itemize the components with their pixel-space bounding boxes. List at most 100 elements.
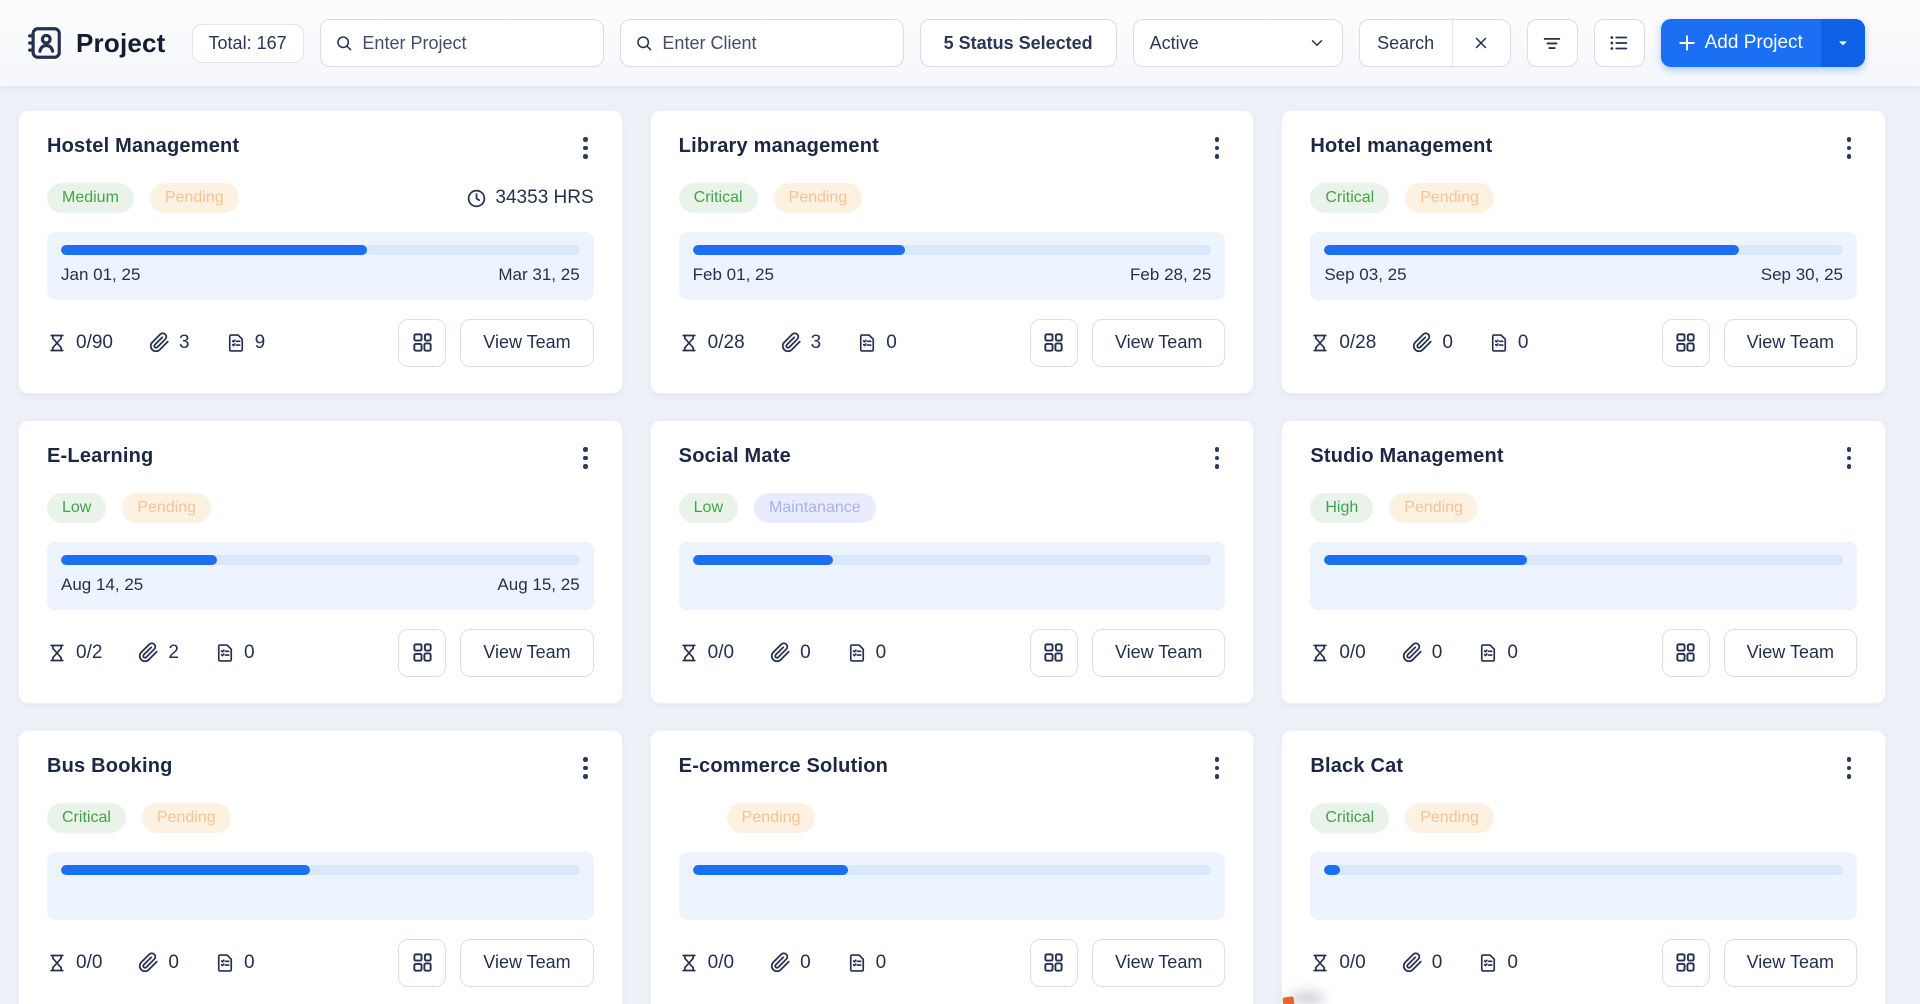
grid-icon (1044, 643, 1064, 663)
grid-view-button[interactable] (1029, 938, 1078, 987)
grid-view-button[interactable] (398, 938, 447, 987)
plus-icon (1678, 35, 1695, 51)
time-stat-value: 0/0 (707, 951, 735, 973)
priority-badge: Critical (678, 183, 758, 214)
attachments-value: 0 (1431, 641, 1443, 663)
hourglass-icon (681, 954, 696, 972)
view-team-button[interactable]: View Team (1723, 318, 1857, 367)
client-search-input[interactable] (662, 32, 889, 54)
date-row: Jan 01, 25 Mar 31, 25 (61, 265, 580, 285)
grid-view-button[interactable] (398, 318, 447, 367)
status-badge: Pending (773, 183, 863, 214)
project-title: Studio Management (1310, 445, 1504, 467)
status-badge: Pending (149, 183, 239, 214)
end-date: Mar 31, 25 (498, 265, 580, 285)
grid-view-button[interactable] (1661, 318, 1710, 367)
view-team-button[interactable]: View Team (460, 938, 594, 987)
filter-button[interactable] (1526, 19, 1578, 67)
start-date: Aug 14, 25 (61, 575, 144, 595)
add-project-label: Add Project (1704, 32, 1803, 53)
project-card: Hotel management Critical Pending Sep 03… (1281, 110, 1886, 394)
grid-view-button[interactable] (1029, 318, 1078, 367)
search-icon (336, 36, 351, 51)
progress-section (47, 852, 594, 921)
project-title: E-commerce Solution (678, 755, 889, 777)
view-team-button[interactable]: View Team (460, 628, 594, 677)
progress-fill (1324, 865, 1340, 876)
active-filter-select[interactable]: Active (1132, 19, 1343, 67)
attachments-stat: 0 (1412, 332, 1453, 354)
project-search-input[interactable] (362, 32, 589, 54)
notes-icon (1491, 334, 1506, 352)
grid-icon (413, 333, 432, 353)
notes-icon (217, 644, 233, 662)
progress-section: Feb 01, 25 Feb 28, 25 (678, 232, 1226, 301)
time-stat: 0/2 (47, 642, 102, 664)
docs-stat: 0 (1478, 952, 1518, 974)
search-button[interactable]: Search (1360, 20, 1452, 66)
caret-down-icon (1838, 41, 1847, 46)
time-stat: 0/0 (679, 952, 734, 974)
card-menu-button[interactable] (577, 135, 594, 161)
grid-icon (1676, 953, 1695, 973)
client-search[interactable] (619, 19, 904, 67)
view-team-button[interactable]: View Team (1091, 318, 1226, 367)
list-view-button[interactable] (1593, 19, 1645, 67)
search-icon (636, 36, 651, 51)
close-icon (1475, 37, 1487, 49)
time-stat-value: 0/0 (1339, 641, 1366, 663)
view-team-button[interactable]: View Team (1723, 938, 1857, 987)
docs-value: 0 (244, 641, 255, 663)
progress-fill (1324, 245, 1740, 256)
view-team-button[interactable]: View Team (1091, 938, 1226, 987)
project-logo-icon (28, 27, 61, 59)
docs-value: 0 (1517, 331, 1529, 353)
attachments-stat: 0 (1402, 952, 1442, 974)
page-title: Project (76, 27, 166, 58)
project-search[interactable] (319, 19, 604, 67)
clear-search-button[interactable] (1451, 20, 1510, 66)
progress-section: Jan 01, 25 Mar 31, 25 (47, 232, 594, 301)
progress-fill (692, 865, 849, 876)
filter-icon (1543, 37, 1561, 49)
priority-badge: Critical (47, 803, 126, 834)
progress-bar (1324, 865, 1843, 876)
status-filter-button[interactable]: 5 Status Selected (919, 19, 1117, 67)
grid-view-button[interactable] (1029, 628, 1078, 677)
time-stat-value: 0/0 (707, 641, 735, 663)
card-menu-button[interactable] (1209, 445, 1226, 471)
grid-view-button[interactable] (398, 628, 447, 677)
progress-fill (61, 555, 217, 566)
view-team-button[interactable]: View Team (1091, 628, 1226, 677)
grid-view-button[interactable] (1661, 938, 1710, 987)
grid-icon (1676, 643, 1695, 663)
add-project-button[interactable]: Add Project (1660, 19, 1865, 67)
view-team-button[interactable]: View Team (460, 318, 594, 367)
docs-stat: 0 (215, 952, 255, 974)
hours-indicator: 34353 HRS (466, 187, 594, 209)
notes-icon (849, 954, 864, 972)
card-menu-button[interactable] (1841, 755, 1858, 781)
docs-stat: 0 (1478, 642, 1518, 664)
attachments-stat: 0 (770, 952, 811, 974)
hourglass-icon (1313, 644, 1327, 662)
view-team-button[interactable]: View Team (1723, 628, 1857, 677)
add-project-dropdown-toggle[interactable] (1820, 19, 1865, 67)
progress-section: Sep 03, 25 Sep 30, 25 (1310, 232, 1857, 301)
card-menu-button[interactable] (1841, 445, 1858, 471)
card-menu-button[interactable] (577, 755, 594, 781)
grid-view-button[interactable] (1661, 628, 1710, 677)
card-menu-button[interactable] (577, 445, 594, 471)
card-menu-button[interactable] (1209, 755, 1226, 781)
card-menu-button[interactable] (1841, 135, 1858, 161)
progress-bar (1324, 555, 1843, 566)
project-card: Black Cat Critical Pending 0/0 0 0 View … (1281, 730, 1886, 1004)
attachments-stat: 3 (149, 332, 190, 354)
search-clear-group: Search (1358, 19, 1511, 67)
time-stat: 0/0 (679, 642, 734, 664)
hours-value: 34353 HRS (495, 187, 594, 209)
project-title: Hostel Management (47, 135, 240, 157)
project-card: Bus Booking Critical Pending 0/0 0 0 Vie… (18, 730, 623, 1004)
card-menu-button[interactable] (1209, 135, 1226, 161)
top-toolbar: Project Total: 167 5 Status Selected Act… (0, 0, 1920, 86)
